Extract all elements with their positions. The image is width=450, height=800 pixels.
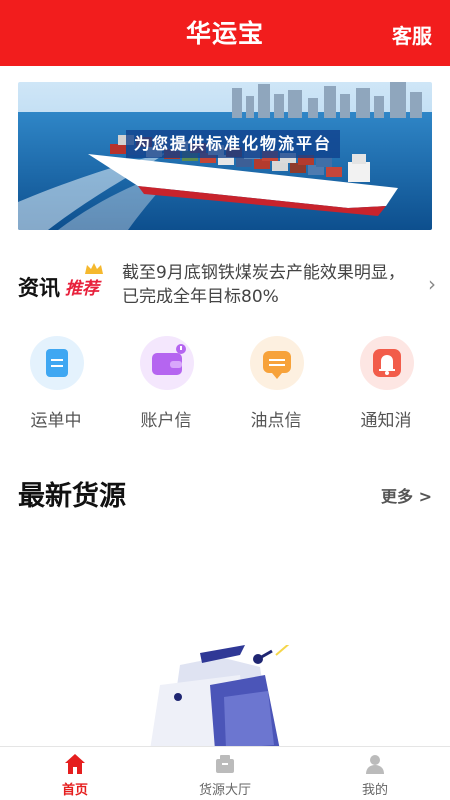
tab-label: 货源大厅 bbox=[198, 783, 251, 798]
quick-action-label: 账户信 bbox=[140, 411, 192, 431]
banner-slogan: 为您提供标准化物流平台 bbox=[126, 130, 341, 158]
tab-mine[interactable]: 我的 bbox=[300, 747, 450, 800]
tab-cargo-hall[interactable]: 货源大厅 bbox=[150, 747, 300, 800]
user-icon bbox=[366, 755, 384, 774]
quick-actions: 运单中 账户信 油点信 通知消 bbox=[0, 334, 450, 434]
wallet-icon bbox=[140, 336, 194, 390]
quick-action-label: 运单中 bbox=[30, 411, 82, 431]
empty-state-illustration bbox=[140, 642, 300, 750]
bell-icon bbox=[360, 336, 414, 390]
quick-action-label: 油点信 bbox=[250, 411, 302, 431]
tab-home[interactable]: 首页 bbox=[0, 747, 150, 800]
home-icon bbox=[65, 754, 85, 774]
app-title: 华运宝 bbox=[185, 19, 264, 48]
quick-action-notice[interactable]: 通知消 bbox=[336, 334, 436, 434]
cargo-hall-icon bbox=[216, 755, 234, 773]
quick-action-waybill[interactable]: 运单中 bbox=[6, 334, 106, 434]
tab-label: 我的 bbox=[361, 783, 388, 798]
chevron-right-icon[interactable]: › bbox=[428, 272, 436, 296]
tab-label: 首页 bbox=[61, 783, 88, 798]
bottom-tab-bar: 首页 货源大厅 我的 bbox=[0, 746, 450, 800]
message-icon bbox=[250, 336, 304, 390]
banner-carousel[interactable]: 为您提供标准化物流平台 bbox=[18, 82, 432, 230]
top-bar: 华运宝 客服 bbox=[0, 0, 450, 66]
waybill-icon bbox=[30, 336, 84, 390]
customer-service-button[interactable]: 客服 bbox=[392, 20, 432, 49]
news-logo-main: 资讯 bbox=[18, 276, 60, 300]
more-link[interactable]: 更多 > bbox=[381, 483, 432, 507]
quick-action-account[interactable]: 账户信 bbox=[116, 334, 216, 434]
news-logo: 资讯 推荐 bbox=[18, 263, 108, 302]
quick-action-label: 通知消 bbox=[360, 411, 412, 431]
news-headline[interactable]: 截至9月底钢铁煤炭去产能效果明显，已完成全年目标80% bbox=[122, 261, 412, 303]
section-title: 最新货源 bbox=[18, 481, 126, 512]
news-logo-sub: 推荐 bbox=[65, 279, 99, 299]
quick-action-oil[interactable]: 油点信 bbox=[226, 334, 326, 434]
news-ticker[interactable]: 资讯 推荐 截至9月底钢铁煤炭去产能效果明显，已完成全年目标80% › bbox=[0, 258, 450, 308]
crown-icon bbox=[85, 263, 103, 274]
